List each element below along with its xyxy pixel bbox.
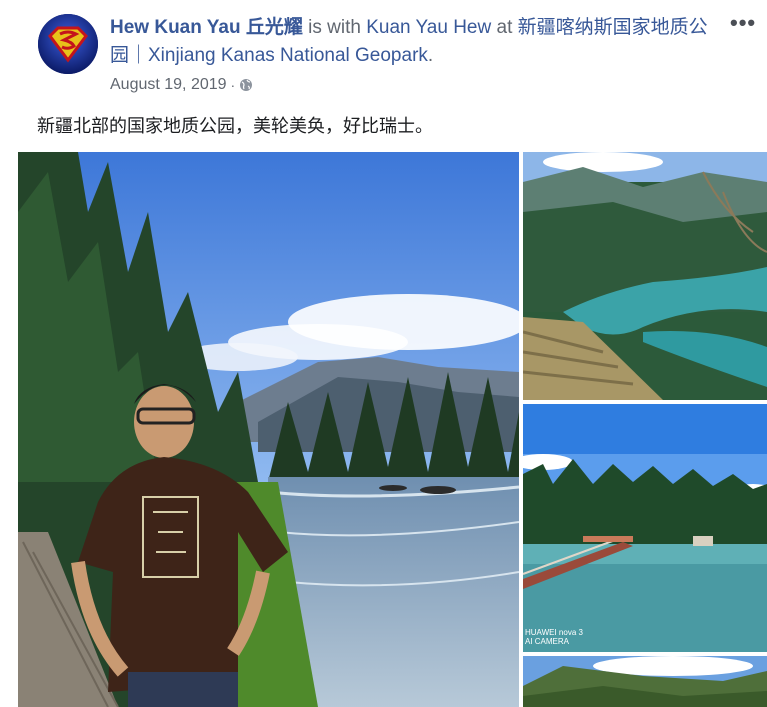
meta-separator: · (230, 77, 236, 93)
lake-boardwalk-photo (523, 404, 767, 652)
author-name-link[interactable]: Hew Kuan Yau 丘光耀 (110, 17, 303, 38)
post-caption: 新疆北部的国家地质公园，美轮美奂，好比瑞士。 (37, 116, 433, 136)
with-text: is with (302, 17, 367, 38)
post-date-link[interactable]: August 19, 2019 (110, 76, 227, 94)
tagged-user-link[interactable]: Kuan Yau Hew (366, 17, 491, 38)
facebook-post: Hew Kuan Yau 丘光耀 is with Kuan Yau Hew at… (0, 0, 767, 707)
post-photo-valley[interactable] (523, 152, 767, 400)
post-photo-main[interactable] (18, 152, 519, 707)
post-options-button[interactable]: ••• (730, 10, 756, 36)
watermark-line1: HUAWEI nova 3 (525, 628, 583, 637)
hills-photo (523, 656, 767, 707)
post-photo-lake[interactable]: HUAWEI nova 3 AI CAMERA (523, 404, 767, 652)
at-text: at (491, 17, 518, 38)
header-period: . (427, 45, 434, 66)
author-avatar[interactable] (38, 14, 98, 74)
globe-icon[interactable] (239, 78, 253, 92)
post-photo-hills[interactable] (523, 656, 767, 707)
post-meta: August 19, 2019 · (110, 76, 253, 94)
river-portrait-photo (18, 152, 519, 707)
superman-logo-icon (38, 14, 98, 74)
watermark-line2: AI CAMERA (525, 637, 570, 646)
camera-watermark: HUAWEI nova 3 AI CAMERA (525, 628, 583, 646)
post-header: Hew Kuan Yau 丘光耀 is with Kuan Yau Hew at… (110, 14, 710, 70)
valley-river-photo (523, 152, 767, 400)
